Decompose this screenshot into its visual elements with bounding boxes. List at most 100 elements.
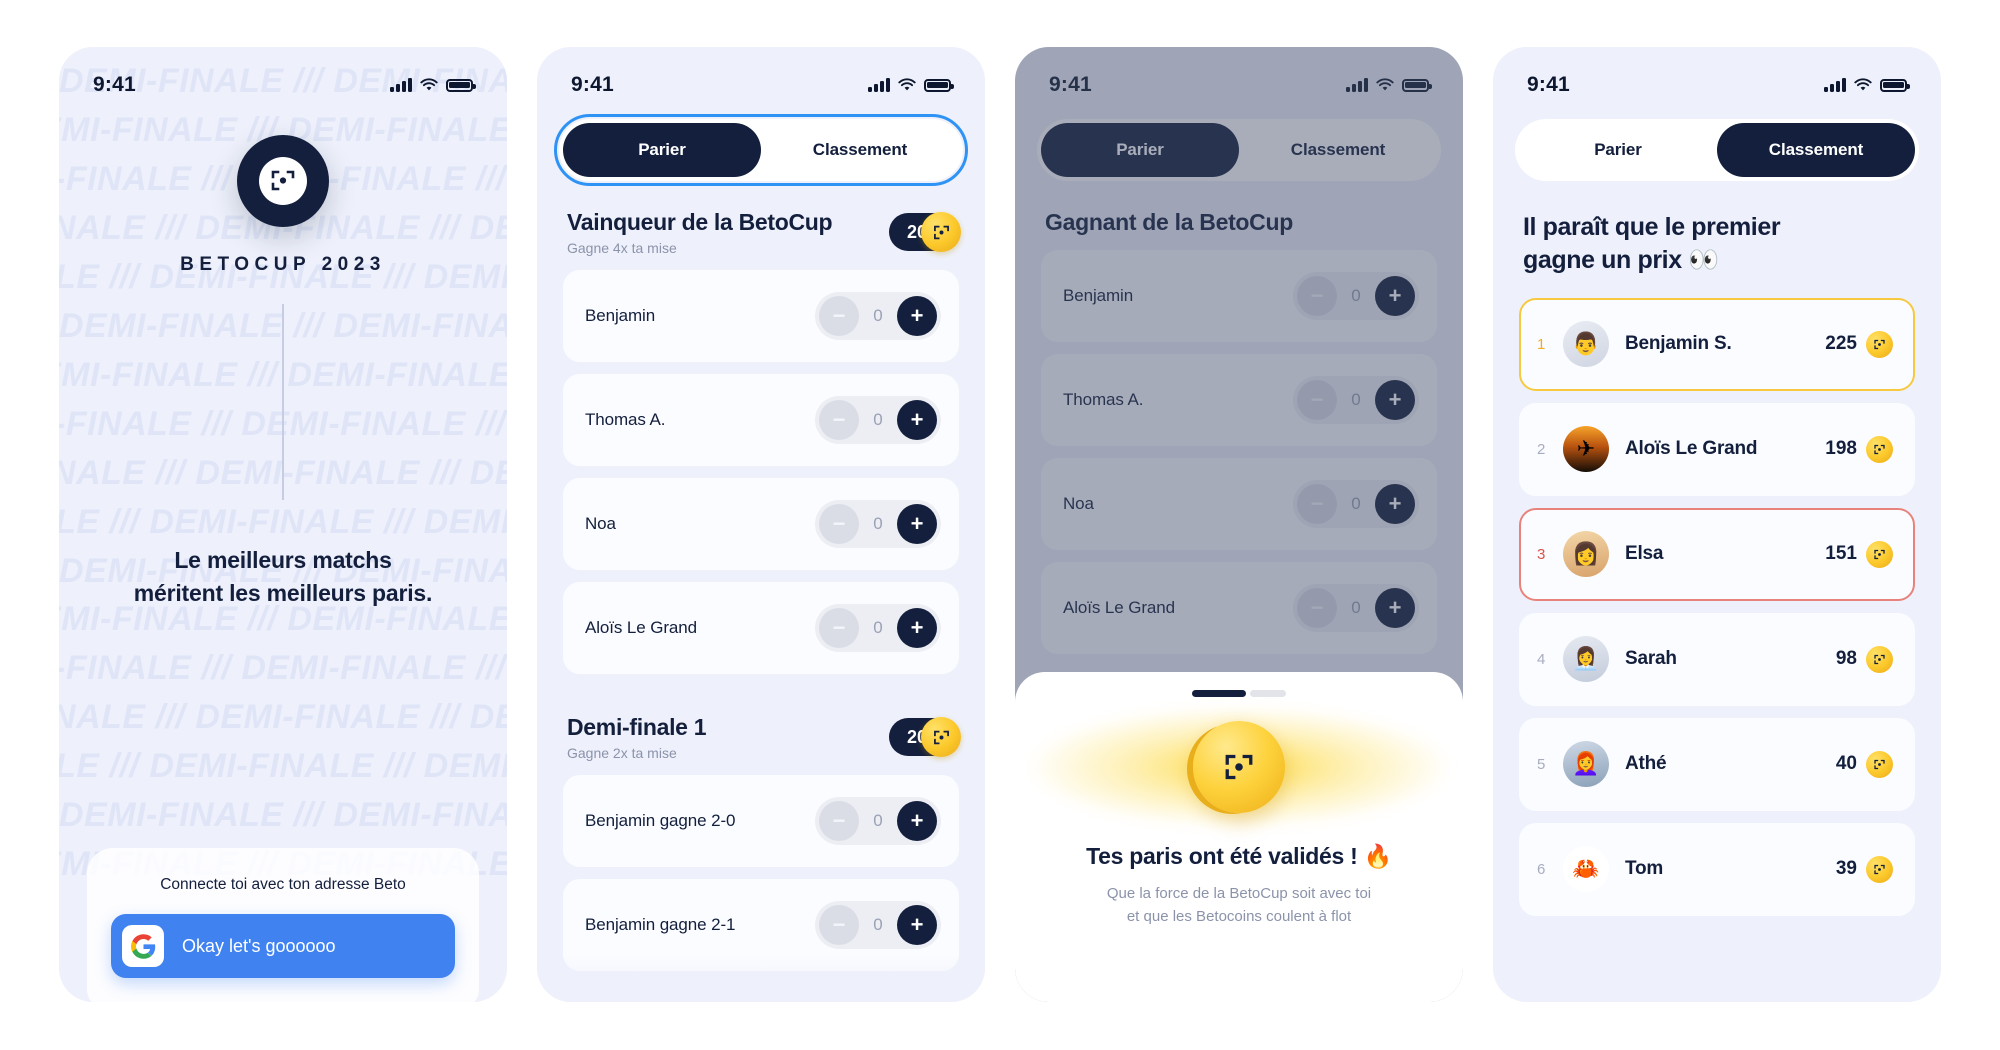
status-bar: 9:41 bbox=[537, 47, 985, 109]
wifi-icon bbox=[1854, 78, 1872, 91]
leaderboard-row[interactable]: 1 👨 Benjamin S. 225 bbox=[1519, 297, 1915, 391]
player-name: Athé bbox=[1625, 753, 1667, 774]
status-bar: 9:41 bbox=[1493, 47, 1941, 109]
tab-classement[interactable]: Classement bbox=[761, 123, 959, 177]
wifi-icon bbox=[898, 78, 916, 91]
minus-icon[interactable]: − bbox=[819, 608, 859, 648]
bet-option-label: Benjamin gagne 2-0 bbox=[585, 811, 736, 830]
sheet-subtitle-line-1: Que la force de la BetoCup soit avec toi bbox=[1106, 885, 1372, 902]
bet-row: Benjamin gagne 2-1 −0 + bbox=[563, 879, 959, 971]
betocup-logo-icon bbox=[237, 135, 329, 227]
plus-icon[interactable]: + bbox=[897, 608, 937, 648]
bet-option-label: Benjamin bbox=[585, 306, 656, 325]
leaderboard-app: 9:41 Parier Classement Il paraît que le … bbox=[1493, 47, 1941, 1002]
phone-leaderboard-screen: 9:41 Parier Classement Il paraît que le … bbox=[1493, 47, 1941, 1002]
player-score: 198 bbox=[1825, 435, 1893, 463]
sheet-title: Tes paris ont été validés ! 🔥 bbox=[1086, 843, 1392, 869]
rank-number: 1 bbox=[1537, 335, 1546, 353]
splash-tagline: Le meilleurs matchs méritent les meilleu… bbox=[133, 544, 433, 609]
bet-app: 9:41 Parier Classement Vainqueur de la B… bbox=[537, 47, 985, 1002]
stepper-value: 0 bbox=[873, 514, 883, 533]
bet-row: Thomas A. −0 + bbox=[563, 374, 959, 466]
bet-option-label: Noa bbox=[585, 514, 616, 533]
battery-full-icon bbox=[446, 78, 476, 92]
gold-coin-icon bbox=[1866, 645, 1893, 673]
cellular-bars-icon bbox=[868, 78, 890, 92]
tab-parier[interactable]: Parier bbox=[1519, 123, 1717, 177]
plus-icon[interactable]: + bbox=[897, 801, 937, 841]
leaderboard-row[interactable]: 2 ✈ Aloïs Le Grand 198 bbox=[1519, 402, 1915, 496]
minus-icon[interactable]: − bbox=[819, 296, 859, 336]
player-score: 40 bbox=[1836, 750, 1893, 778]
section-title: Vainqueur de la BetoCup bbox=[567, 209, 833, 235]
gold-coin-icon bbox=[921, 212, 961, 252]
leaderboard-title-line-1: Il paraît que le premier bbox=[1523, 213, 1781, 241]
sheet-progress-indicator[interactable] bbox=[1045, 690, 1433, 697]
bet-option-label: Benjamin gagne 2-1 bbox=[585, 915, 736, 934]
bet-row: Noa −0 + bbox=[563, 478, 959, 570]
section-header: Vainqueur de la BetoCup Gagne 4x ta mise 2… bbox=[563, 181, 961, 270]
minus-icon[interactable]: − bbox=[819, 400, 859, 440]
status-icons bbox=[390, 78, 476, 92]
tagline-line-2: méritent les meilleurs paris. bbox=[133, 579, 433, 606]
leaderboard-row[interactable]: 3 👩 Elsa 151 bbox=[1519, 507, 1915, 601]
brand-title: BETOCUP 2023 bbox=[180, 254, 386, 275]
quantity-stepper: −0 + bbox=[815, 500, 941, 548]
progress-segment-active bbox=[1192, 690, 1246, 697]
gold-coin-icon bbox=[1866, 330, 1893, 358]
gold-coin-icon bbox=[1866, 855, 1893, 883]
leaderboard-title: Il paraît que le premier gagne un prix 👀 bbox=[1519, 181, 1915, 298]
avatar: 👩‍💼 bbox=[1563, 636, 1609, 682]
player-score: 225 bbox=[1825, 330, 1893, 358]
quantity-stepper: −0 + bbox=[815, 797, 941, 845]
leaderboard-body: Il paraît que le premier gagne un prix 👀… bbox=[1493, 181, 1941, 1002]
plus-icon[interactable]: + bbox=[897, 905, 937, 945]
bet-list: Vainqueur de la BetoCup Gagne 4x ta mise 2… bbox=[537, 181, 985, 1002]
divider-line bbox=[282, 304, 284, 500]
bet-option-label: Aloïs Le Grand bbox=[585, 618, 697, 637]
bet-row: Aloïs Le Grand −0 + bbox=[563, 582, 959, 674]
player-name: Sarah bbox=[1625, 648, 1677, 669]
leaderboard-row[interactable]: 6 🦀 Tom 39 bbox=[1519, 822, 1915, 916]
leaderboard-row[interactable]: 5 👩‍🦰 Athé 40 bbox=[1519, 717, 1915, 811]
leaderboard-row[interactable]: 4 👩‍💼 Sarah 98 bbox=[1519, 612, 1915, 706]
cellular-bars-icon bbox=[390, 78, 412, 92]
stepper-value: 0 bbox=[873, 811, 883, 830]
tab-switcher[interactable]: Parier Classement bbox=[554, 114, 968, 186]
phone-confirmation-screen: 9:41 Parier Classement Gagnant de la Bet… bbox=[1015, 47, 1463, 1002]
plus-icon[interactable]: + bbox=[897, 400, 937, 440]
stepper-value: 0 bbox=[873, 306, 883, 325]
leaderboard-title-line-2: gagne un prix 👀 bbox=[1523, 246, 1719, 275]
bet-row: Benjamin gagne 2-0 −0 + bbox=[563, 775, 959, 867]
splash-background: DEMI-FINALE /// DEMI-FINALE /// DEMI-FIN… bbox=[59, 47, 507, 1002]
player-name: Aloïs Le Grand bbox=[1625, 438, 1758, 459]
player-name: Benjamin S. bbox=[1625, 333, 1732, 354]
minus-icon[interactable]: − bbox=[819, 504, 859, 544]
sheet-subtitle: Que la force de la BetoCup soit avec toi… bbox=[1045, 882, 1433, 929]
tab-classement[interactable]: Classement bbox=[1717, 123, 1915, 177]
phone-bet-screen: 9:41 Parier Classement Vainqueur de la B… bbox=[537, 47, 985, 1002]
rank-number: 2 bbox=[1537, 440, 1546, 458]
battery-full-icon bbox=[924, 78, 954, 92]
multiplier-coin-badge: 20 bbox=[889, 212, 961, 252]
tagline-line-1: Le meilleurs matchs bbox=[174, 547, 392, 573]
status-time: 9:41 bbox=[93, 73, 136, 96]
score-value: 39 bbox=[1835, 858, 1857, 879]
minus-icon[interactable]: − bbox=[819, 905, 859, 945]
cellular-bars-icon bbox=[1824, 78, 1846, 92]
minus-icon[interactable]: − bbox=[819, 801, 859, 841]
rank-number: 4 bbox=[1537, 650, 1546, 668]
status-icons bbox=[868, 78, 954, 92]
tab-switcher[interactable]: Parier Classement bbox=[1515, 119, 1919, 181]
tab-parier[interactable]: Parier bbox=[563, 123, 761, 177]
avatar: ✈ bbox=[1563, 426, 1609, 472]
avatar: 👨 bbox=[1563, 321, 1609, 367]
score-value: 98 bbox=[1835, 648, 1857, 669]
stepper-value: 0 bbox=[873, 618, 883, 637]
bet-row: Benjamin −0 + bbox=[563, 270, 959, 362]
plus-icon[interactable]: + bbox=[897, 296, 937, 336]
plus-icon[interactable]: + bbox=[897, 504, 937, 544]
quantity-stepper: −0 + bbox=[815, 901, 941, 949]
rank-number: 5 bbox=[1537, 755, 1546, 773]
avatar: 👩‍🦰 bbox=[1563, 741, 1609, 787]
